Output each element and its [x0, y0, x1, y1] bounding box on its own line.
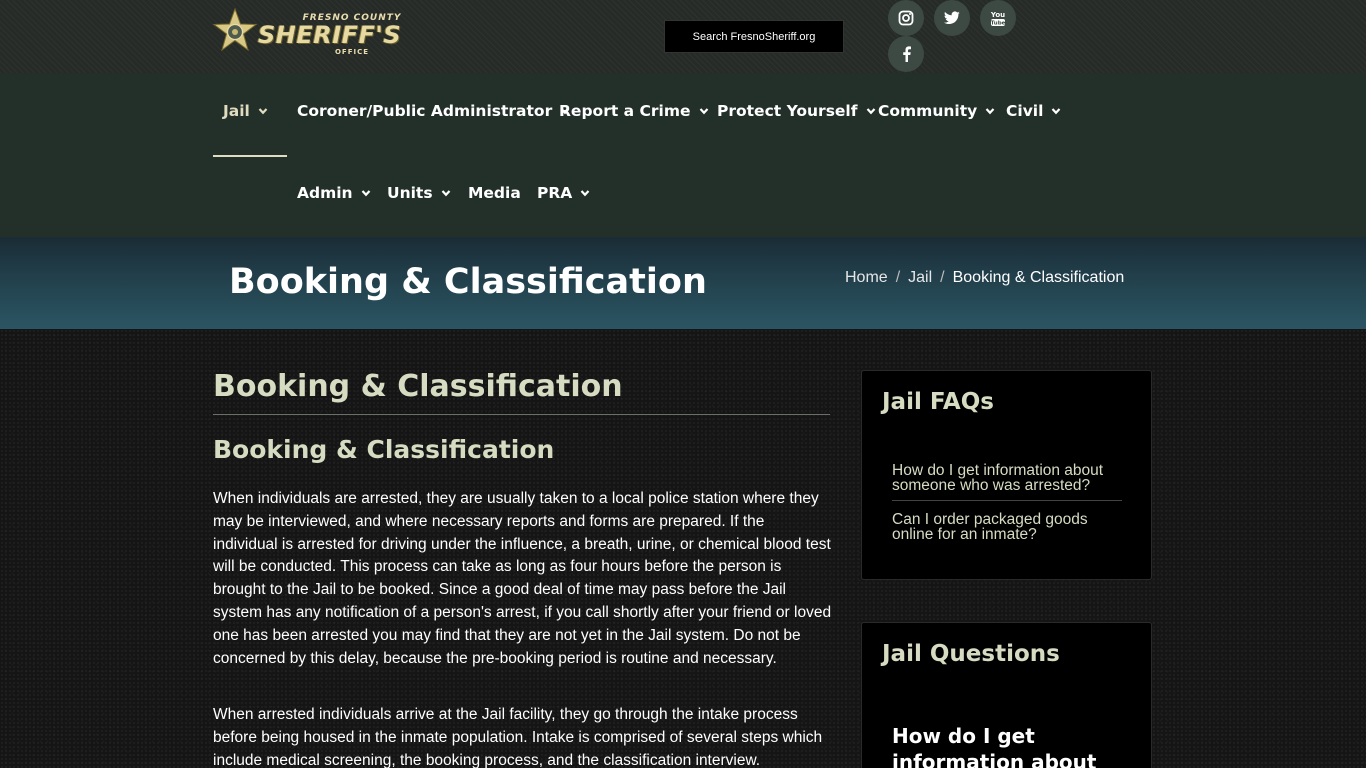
chevron-down-icon	[985, 108, 995, 115]
nav-item-label: Civil	[1006, 102, 1044, 120]
facebook-icon	[902, 46, 911, 62]
breadcrumb-current: Booking & Classification	[952, 269, 1125, 286]
question-heading[interactable]: How do I get information about	[892, 723, 1132, 768]
chevron-down-icon	[258, 108, 268, 115]
logo-sheriffs-text: SHERIFF'S	[258, 21, 402, 49]
youtube-link[interactable]: You Tube	[980, 0, 1016, 36]
nav-item-report-a-crime[interactable]: Report a Crime	[559, 96, 709, 126]
chevron-down-icon	[441, 190, 450, 197]
jail-questions-panel: Jail Questions How do I get information …	[861, 622, 1152, 768]
svg-text:You: You	[990, 11, 1005, 19]
nav-item-label: Protect Yourself	[717, 102, 858, 120]
article-paragraph: When arrested individuals arrive at the …	[213, 706, 823, 768]
nav-item-label: Admin	[297, 184, 353, 202]
breadcrumb: Home / Jail / Booking & Classification	[845, 269, 1124, 287]
nav-item-protect-yourself[interactable]: Protect Yourself	[717, 96, 876, 126]
instagram-link[interactable]	[888, 0, 924, 36]
breadcrumb-separator: /	[895, 269, 901, 286]
article-paragraph: When individuals are arrested, they are …	[213, 490, 832, 667]
nav-item-units[interactable]: Units	[387, 178, 451, 208]
twitter-icon	[944, 11, 960, 24]
chevron-down-icon	[699, 108, 708, 115]
chevron-down-icon	[361, 190, 370, 197]
jail-faqs-panel: Jail FAQs How do I get information about…	[861, 370, 1152, 580]
nav-item-label: Media	[468, 184, 521, 202]
breadcrumb-jail[interactable]: Jail	[908, 269, 932, 286]
nav-item-community[interactable]: Community	[878, 96, 995, 126]
nav-item-label: Coroner/Public Administrator	[297, 102, 553, 120]
heading-divider	[213, 414, 830, 415]
main-nav: Jail Coroner/Public Administrator Report…	[0, 73, 1366, 237]
nav-item-label: Units	[387, 184, 433, 202]
logo-office-text: OFFICE	[334, 48, 370, 56]
facebook-link[interactable]	[888, 36, 924, 72]
faq-divider	[892, 500, 1122, 501]
nav-item-civil[interactable]: Civil	[1006, 96, 1061, 126]
sheriff-star-icon	[212, 8, 258, 52]
nav-item-label: PRA	[537, 184, 573, 202]
twitter-link[interactable]	[934, 0, 970, 36]
nav-item-label: Report a Crime	[559, 102, 691, 120]
page-title: Booking & Classification	[229, 262, 707, 302]
site-logo[interactable]: FRESNO COUNTY SHERIFF'S OFFICE	[212, 8, 432, 56]
nav-item-coroner[interactable]: Coroner/Public Administrator	[297, 96, 570, 126]
panel-title: Jail Questions	[882, 641, 1060, 667]
page-header-banner: Booking & Classification Home / Jail / Booki…	[0, 237, 1366, 329]
nav-item-media[interactable]: Media	[468, 178, 521, 208]
nav-item-pra[interactable]: PRA	[537, 178, 590, 208]
chevron-down-icon	[1052, 108, 1061, 115]
nav-item-jail[interactable]: Jail	[223, 96, 268, 126]
instagram-icon	[898, 10, 914, 26]
youtube-icon: You Tube	[990, 11, 1006, 27]
search-button[interactable]: Search FresnoSheriff.org	[664, 20, 844, 53]
breadcrumb-separator: /	[940, 269, 945, 286]
article-subheading: Booking & Classification	[213, 435, 555, 464]
faq-link[interactable]: How do I get information about someone w…	[892, 463, 1124, 494]
faq-link[interactable]: Can I order packaged goods online for an…	[892, 512, 1124, 543]
nav-item-label: Jail	[223, 102, 250, 120]
nav-item-label: Community	[878, 102, 978, 120]
article-heading: Booking & Classification	[213, 369, 623, 404]
chevron-down-icon	[866, 108, 875, 115]
nav-item-admin[interactable]: Admin	[297, 178, 371, 208]
svg-text:Tube: Tube	[991, 21, 1006, 27]
chevron-down-icon	[580, 190, 590, 197]
active-nav-underline	[213, 155, 287, 157]
panel-title: Jail FAQs	[882, 389, 994, 415]
breadcrumb-home[interactable]: Home	[845, 269, 888, 286]
top-bar: FRESNO COUNTY SHERIFF'S OFFICE Search Fr…	[0, 0, 1366, 73]
